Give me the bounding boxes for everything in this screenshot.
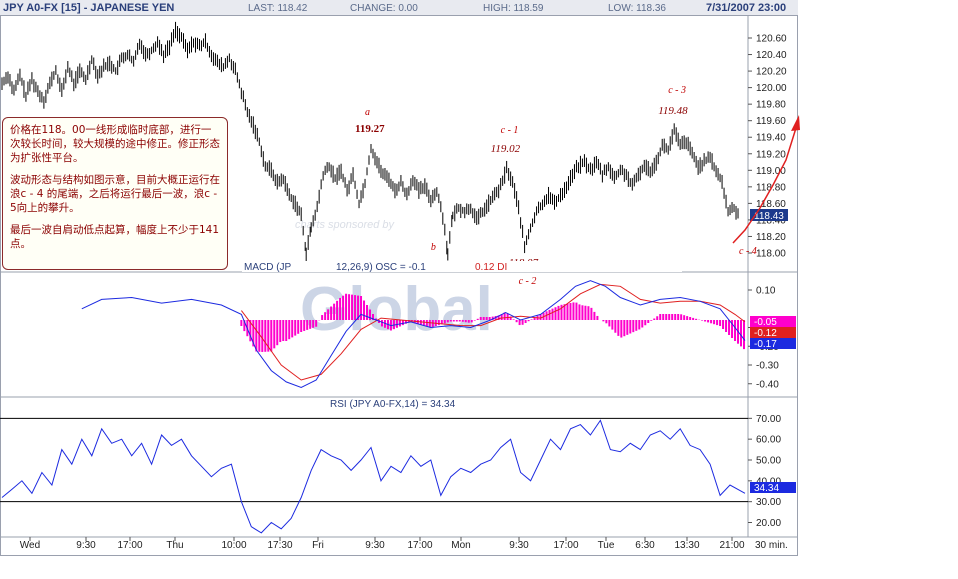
price-y-tick-label: 120.40 [756,50,787,61]
x-tick-label: 13:30 [674,540,699,551]
wave-label: c - 1 [501,125,519,136]
price-y-ticks: 120.60 120.40 120.20 120.00 119.80 119.60 119.… [748,34,787,260]
analysis-note: 价格在118。00一线形成临时底部，进行一次较长时间，较大规模的途中修正。修正形… [2,117,228,270]
chart-canvas: JPY A0-FX [15] - JAPANESE YEN LAST: 118.… [0,0,800,556]
price-y-tick-label: 120.00 [756,83,787,94]
wave-label: c - 2 [519,276,537,287]
price-y-tick-label: 119.40 [756,133,786,144]
x-tick-label: Thu [166,540,183,551]
macd-title-2: 12,26,9) OSC = -0.1 [336,262,426,273]
rsi-y-ticks: 70.0060.0050.0040.0030.0020.00 [748,414,781,529]
rsi-tag: 34.34 [754,483,779,494]
price-y-tick-label: 118.00 [756,249,786,260]
x-tick-label: 17:00 [117,540,142,551]
wave-price-label: 119.48 [658,105,688,117]
x-tick-label: 6:30 [635,540,655,551]
wave-label: c - 3 [668,85,686,96]
x-tick-label: 9:30 [365,540,385,551]
x-tick-label: 17:30 [267,540,292,551]
rsi-y-tick-label: 20.00 [756,518,781,529]
macd-title-bg [242,261,682,272]
x-tick-label: 17:00 [553,540,578,551]
x-tick-label: 9:30 [509,540,529,551]
price-y-tick-label: 118.20 [756,232,786,243]
macd-title: MACD (JP [244,262,292,273]
wave-label: b [431,242,436,253]
header-high: HIGH: 118.59 [483,3,544,14]
analysis-note-p2: 波动形态与结构如图示意，目前大概正运行在浪c - 4 的尾端，之后将运行最后一波… [10,174,220,214]
x-axis: Wed 9:30 17:00 Thu 10:00 17:30 Fri 9:30 17:00 Mon… [20,537,745,551]
macd-y-tick-label: 0.10 [756,286,776,297]
x-tick-label: Wed [20,540,40,551]
macd-tags: -0.05 -0.12 -0.17 [750,316,796,350]
macd-title-dif: 0.12 DI [475,262,507,273]
x-tick-label: 10:00 [221,540,246,551]
header-low: LOW: 118.36 [608,3,666,14]
analysis-note-p1: 价格在118。00一线形成临时底部，进行一次较长时间，较大规模的途中修正。修正形… [10,124,220,164]
wave-label: a [365,107,370,118]
rsi-y-tick-label: 70.00 [756,414,781,425]
rsi-y-tick-label: 50.00 [756,456,781,467]
rsi-lines [0,417,748,534]
x-tick-label: 17:00 [407,540,432,551]
macd-y-tick-label: -0.40 [756,379,779,390]
analysis-note-p3: 最后一波自肩动低点起算，幅度上不少于141点。 [10,224,220,250]
wave-label: c - 4 [739,246,757,257]
wave-price-label: 119.02 [491,143,521,155]
rsi-y-tick-label: 60.00 [756,435,781,446]
header-change: CHANGE: 0.00 [350,3,418,14]
price-y-tick-label: 120.60 [756,34,787,45]
macd-tag-signal: -0.12 [754,328,777,339]
rsi-y-tick-label: 30.00 [756,497,781,508]
x-tick-label: Fri [312,540,324,551]
price-y-tick-label: 119.80 [756,100,786,111]
x-tick-label: 9:30 [76,540,96,551]
price-y-tick-label: 119.60 [756,116,786,127]
wave-price-label: 119.27 [355,123,385,135]
last-price-tag: 118.43 [754,211,784,222]
x-axis-unit: 30 min. [755,540,788,551]
rsi-line [1,419,746,534]
macd-tag-osc: -0.05 [754,317,777,328]
x-tick-label: 21:00 [719,540,744,551]
header-symbol: JPY A0-FX [15] - JAPANESE YEN [3,2,174,14]
header-datetime: 7/31/2007 23:00 [706,2,786,14]
x-tick-label: Mon [451,540,470,551]
price-annotations: a119.27b118.00c - 1119.02c - 2118.07c - … [288,85,757,287]
macd-tag-macd: -0.17 [754,339,777,350]
macd-y-tick-label: -0.30 [756,361,779,372]
price-y-tick-label: 119.20 [756,149,786,160]
rsi-title: RSI (JPY A0-FX,14) = 34.34 [330,399,456,410]
header-last: LAST: 118.42 [248,3,308,14]
x-tick-label: Tue [598,540,615,551]
forecast-arrow-head [791,115,800,131]
price-y-tick-label: 120.20 [756,67,787,78]
